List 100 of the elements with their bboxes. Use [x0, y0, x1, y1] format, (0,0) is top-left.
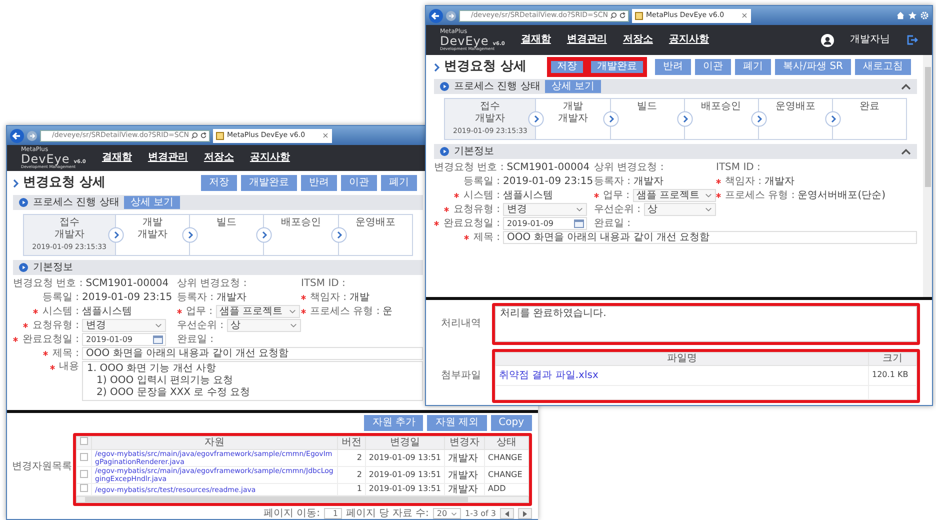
star-icon[interactable]	[908, 11, 917, 20]
pager-label: 페이지 당 자료 수:	[346, 508, 429, 519]
back-icon[interactable]	[429, 8, 443, 22]
checkbox[interactable]	[80, 452, 88, 461]
select-field[interactable]: 변경	[82, 319, 166, 332]
field-label: 등록자 :	[594, 176, 631, 188]
collapse-icon[interactable]	[901, 83, 911, 90]
section-title: 프로세스 진행 상태	[33, 196, 120, 208]
required-icon	[716, 193, 721, 198]
field-label: 내용	[59, 361, 79, 373]
table-cell: 120.1 KB	[868, 366, 916, 386]
tab-close-button[interactable]: ×	[308, 132, 329, 140]
collapse-icon[interactable]	[901, 148, 911, 155]
caret-icon	[705, 193, 712, 198]
date-field[interactable]: 2019-01-09	[82, 333, 166, 346]
field-label: 업무 :	[603, 190, 630, 202]
table-cell: 2019-01-09 13:51	[365, 466, 444, 484]
field-label: 변경요청 번호 :	[434, 162, 504, 174]
page-range: 1-3 of 3	[465, 509, 496, 518]
field-value: 운영서버배포(단순)	[798, 190, 886, 202]
text-area[interactable]: 1. OOO 화면 기능 개선 사항 1) OOO 입력시 편의기능 요청 2) OOO 문장을 XXX 로 수정 요청	[82, 361, 423, 401]
home-icon[interactable]	[896, 11, 905, 20]
calendar-icon[interactable]	[153, 335, 163, 344]
required-icon	[33, 309, 38, 314]
date-field[interactable]: 2019-01-09	[503, 217, 587, 230]
search-icon[interactable]	[191, 132, 198, 139]
field-value: 2019-01-09 23:15	[82, 292, 172, 304]
select-field[interactable]: 상	[226, 319, 301, 332]
menu-item[interactable]: 변경관리	[566, 34, 607, 46]
page-size-select[interactable]: 20	[432, 508, 462, 519]
table-cell: 2019-01-09 13:51	[365, 450, 444, 466]
step-name: 접수	[59, 217, 80, 229]
menu-item[interactable]: 저장소	[622, 34, 653, 46]
forward-icon[interactable]	[446, 10, 456, 20]
next-step-icon	[750, 111, 767, 127]
previous-page-button[interactable]	[500, 508, 514, 519]
field-label: 등록일 :	[42, 292, 79, 304]
next-step-icon	[824, 111, 841, 127]
field-label: 우선순위 :	[177, 320, 224, 332]
caret-icon	[290, 323, 297, 328]
text-field[interactable]: OOO 화면을 아래의 내용과 같이 개선 요청함	[82, 347, 423, 360]
forward-icon[interactable]	[27, 130, 37, 140]
bullet-icon	[19, 198, 28, 207]
step-name: 완료	[859, 101, 880, 113]
caret-icon	[705, 207, 712, 212]
select-field[interactable]: 샘플 프로젝트	[216, 305, 300, 318]
user-name[interactable]: 개발자님	[850, 34, 890, 46]
section-title: 기본정보	[33, 262, 73, 274]
required-icon	[444, 207, 450, 212]
user-icon[interactable]	[821, 34, 834, 46]
next-step-icon	[330, 227, 347, 243]
text-field[interactable]: OOO 화면을 아래의 내용과 같이 개선 요청함	[503, 231, 917, 244]
page-icon	[216, 132, 224, 140]
field-value: 운	[382, 306, 393, 318]
menu-item[interactable]: 결재함	[102, 152, 132, 164]
logout-icon[interactable]	[906, 34, 918, 46]
refresh-icon[interactable]	[200, 132, 207, 139]
step-actor: 개발자	[558, 113, 588, 125]
select-field[interactable]: 상	[644, 203, 716, 216]
table-cell: 2	[337, 450, 366, 466]
menu-item[interactable]: 결재함	[520, 34, 551, 46]
column-header: 변경일	[365, 436, 444, 450]
menu-item[interactable]: 변경관리	[148, 152, 188, 164]
field-label: 첨부파일	[440, 370, 482, 382]
required-icon	[464, 235, 470, 240]
checkbox[interactable]	[80, 437, 88, 445]
refresh-icon[interactable]	[619, 12, 626, 19]
tab-close-button[interactable]: ×	[727, 12, 748, 20]
table-cell: 개발자	[444, 450, 484, 466]
caret-icon	[288, 309, 296, 314]
field-label: 처리내역	[440, 318, 482, 330]
select-field[interactable]: 샘플 프로젝트	[632, 189, 716, 202]
caret-icon	[451, 512, 458, 516]
field-label: 완료요청일 :	[22, 334, 79, 346]
step-actor: 개발자	[475, 113, 506, 125]
page-field[interactable]: 1	[324, 508, 342, 519]
next-step-icon	[528, 111, 544, 127]
caret-icon	[576, 207, 583, 212]
next-page-button[interactable]	[518, 508, 532, 519]
field-value: 2019-01-09 23:15	[503, 176, 594, 188]
menu-item[interactable]: 공지사항	[250, 152, 290, 164]
checkbox[interactable]	[80, 470, 88, 478]
search-icon[interactable]	[610, 12, 617, 19]
step-name: 빌드	[637, 101, 658, 113]
next-step-icon	[676, 111, 693, 127]
text-area[interactable]: 처리를 완료하였습니다.	[495, 306, 917, 342]
checkbox[interactable]	[80, 484, 88, 492]
menu-item[interactable]: 저장소	[204, 152, 234, 164]
select-field[interactable]: 변경	[503, 203, 587, 216]
step-name: 접수	[480, 101, 500, 113]
back-icon[interactable]	[10, 128, 24, 142]
field-label: 변경요청 번호 :	[13, 278, 83, 290]
field-label: 상위 변경요청 :	[177, 278, 247, 290]
field-label: 요청유형 :	[32, 320, 79, 332]
step-name: 빌드	[216, 217, 237, 229]
required-icon	[50, 364, 55, 370]
column-header: 변경자	[444, 436, 484, 450]
calendar-icon[interactable]	[574, 219, 584, 228]
settings-icon[interactable]	[920, 11, 929, 20]
menu-item[interactable]: 공지사항	[668, 34, 709, 46]
